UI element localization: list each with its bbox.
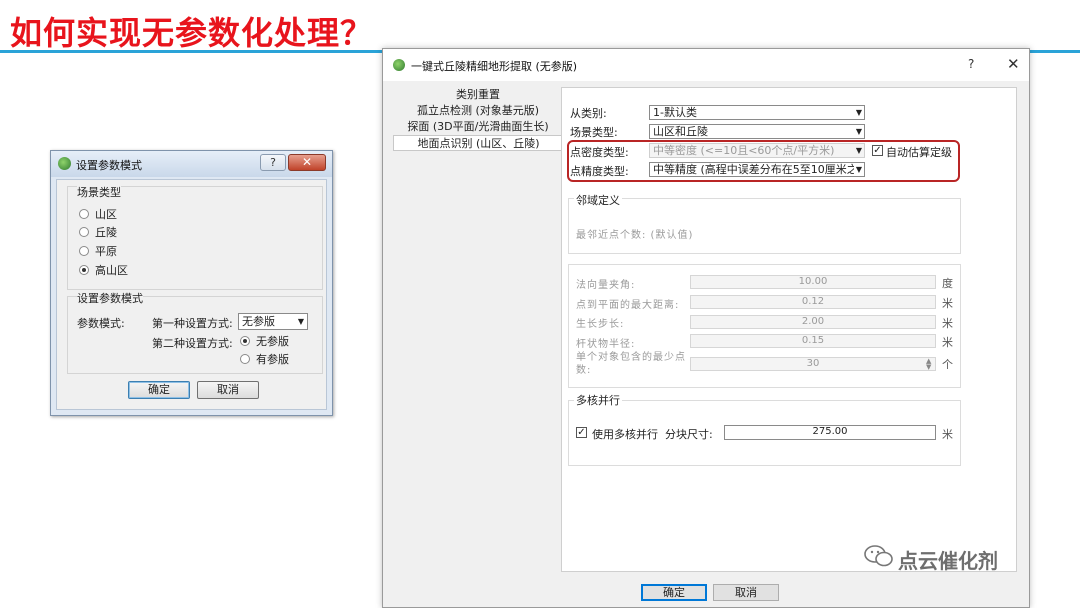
- density-label: 点密度类型:: [570, 146, 629, 159]
- block-size-input[interactable]: 275.00: [724, 425, 936, 440]
- from-class-select[interactable]: 1-默认类 ▼: [649, 105, 865, 120]
- param-label: 点到平面的最大距离:: [576, 300, 680, 311]
- ok-button[interactable]: 确定: [641, 584, 707, 601]
- radio-high-mountain[interactable]: 高山区: [79, 264, 128, 278]
- radio-label: 无参版: [256, 335, 289, 348]
- help-button[interactable]: ?: [260, 154, 286, 171]
- precision-value: 中等精度 (高程中误差分布在5至10厘米之: [653, 163, 858, 176]
- multicore-title: 多核并行: [574, 392, 622, 408]
- neighbors-label: 最邻近点个数: (默认值): [576, 230, 694, 241]
- param-mode-label: 参数模式:: [77, 317, 125, 330]
- dialog-title: 设置参数模式: [76, 159, 142, 172]
- app-icon: [393, 59, 405, 71]
- neighborhood-title: 邻域定义: [574, 192, 622, 208]
- precision-select[interactable]: 中等精度 (高程中误差分布在5至10厘米之 ▼: [649, 162, 865, 177]
- auto-estimate-label: 自动估算定级: [886, 146, 952, 159]
- close-button[interactable]: ✕: [288, 154, 326, 171]
- close-button[interactable]: ✕: [1007, 55, 1020, 73]
- radio-no-param[interactable]: 无参版: [240, 335, 289, 349]
- help-button[interactable]: ?: [968, 57, 974, 71]
- auto-estimate-checkbox[interactable]: ✓: [872, 145, 883, 156]
- scene-type-value: 山区和丘陵: [653, 125, 708, 138]
- watermark-text: 点云催化剂: [898, 549, 998, 573]
- scene-type-group-label: 场景类型: [77, 184, 121, 200]
- density-select[interactable]: 中等密度 (<=10且<60个点/平方米) ▼: [649, 143, 865, 158]
- nav-item-ground-points[interactable]: 地面点识别 (山区、丘陵): [393, 135, 563, 151]
- density-value: 中等密度 (<=10且<60个点/平方米): [653, 144, 835, 157]
- param-value[interactable]: 10.00: [690, 275, 936, 289]
- scene-type-label: 场景类型:: [570, 126, 618, 139]
- radio-selected-icon: [240, 336, 250, 346]
- param-mode-group-label: 设置参数模式: [77, 290, 143, 306]
- radio-label: 高山区: [95, 264, 128, 277]
- radio-icon: [79, 209, 89, 219]
- radio-icon: [79, 227, 89, 237]
- param-mode-body: 场景类型 山区 丘陵 平原 高山区 设置参数模式 参数模式: 第一种设置方式: …: [56, 179, 327, 410]
- radio-icon: [79, 246, 89, 256]
- param-value[interactable]: 0.12: [690, 295, 936, 309]
- block-size-unit: 米: [942, 428, 953, 441]
- radio-label: 有参版: [256, 353, 289, 366]
- radio-hill[interactable]: 丘陵: [79, 226, 117, 240]
- slide-title: 如何实现无参数化处理？: [10, 14, 374, 52]
- param-value[interactable]: 2.00: [690, 315, 936, 329]
- cancel-button[interactable]: 取消: [713, 584, 779, 601]
- block-size-label: 分块尺寸:: [665, 428, 713, 441]
- nav-item-reset-class[interactable]: 类别重置: [393, 87, 563, 103]
- radio-icon: [240, 354, 250, 364]
- param-value[interactable]: 0.15: [690, 334, 936, 348]
- settings-panel: 从类别: 1-默认类 ▼ 场景类型: 山区和丘陵 ▼ 点密度类型: 中等密度 (<=…: [561, 87, 1017, 572]
- cancel-button[interactable]: 取消: [197, 381, 259, 399]
- radio-with-param[interactable]: 有参版: [240, 353, 289, 367]
- chevron-down-icon: ▼: [853, 163, 862, 176]
- app-icon: [58, 157, 71, 170]
- scene-type-select[interactable]: 山区和丘陵 ▼: [649, 124, 865, 139]
- method1-label: 第一种设置方式:: [152, 317, 233, 330]
- method1-value: 无参版: [242, 315, 275, 328]
- nav-item-plane-detect[interactable]: 探面 (3D平面/光滑曲面生长): [393, 119, 563, 135]
- param-unit: 米: [942, 336, 953, 349]
- param-mode-titlebar[interactable]: 设置参数模式 ? ✕: [51, 151, 332, 177]
- param-unit: 米: [942, 297, 953, 310]
- from-class-value: 1-默认类: [653, 106, 697, 119]
- chevron-down-icon: ▼: [853, 144, 862, 157]
- param-label: 杆状物半径:: [576, 339, 636, 350]
- terrain-extract-titlebar[interactable]: 一键式丘陵精细地形提取 (无参版) ? ✕: [383, 49, 1029, 81]
- radio-label: 平原: [95, 245, 117, 258]
- param-unit: 度: [942, 277, 953, 290]
- from-class-label: 从类别:: [570, 107, 607, 120]
- radio-label: 山区: [95, 208, 117, 221]
- chevron-down-icon: ▼: [853, 106, 862, 119]
- dialog-client: 类别重置 孤立点检测 (对象基元版) 探面 (3D平面/光滑曲面生长) 地面点识…: [383, 81, 1029, 607]
- method1-select[interactable]: 无参版 ▼: [238, 313, 308, 330]
- param-label: 生长步长:: [576, 319, 625, 330]
- radio-selected-icon: [79, 265, 89, 275]
- use-multicore-checkbox[interactable]: ✓: [576, 427, 587, 438]
- ok-button[interactable]: 确定: [128, 381, 190, 399]
- method2-label: 第二种设置方式:: [152, 337, 233, 350]
- radio-mountain[interactable]: 山区: [79, 208, 117, 222]
- radio-label: 丘陵: [95, 226, 117, 239]
- chevron-down-icon: ▼: [853, 125, 862, 138]
- nav-item-isolated-points[interactable]: 孤立点检测 (对象基元版): [393, 103, 563, 119]
- dialog-title: 一键式丘陵精细地形提取 (无参版): [411, 60, 578, 73]
- param-mode-dialog: 设置参数模式 ? ✕ 场景类型 山区 丘陵 平原 高山区 设置参数模式 参数模式…: [50, 150, 333, 416]
- wechat-icon: [864, 545, 893, 567]
- terrain-extract-dialog: 一键式丘陵精细地形提取 (无参版) ? ✕ 类别重置 孤立点检测 (对象基元版)…: [382, 48, 1030, 608]
- precision-label: 点精度类型:: [570, 165, 629, 178]
- radio-plain[interactable]: 平原: [79, 245, 117, 259]
- step-nav: 类别重置 孤立点检测 (对象基元版) 探面 (3D平面/光滑曲面生长) 地面点识…: [393, 87, 563, 572]
- param-unit: 个: [942, 358, 953, 371]
- chevron-down-icon: ▼: [297, 317, 304, 326]
- param-unit: 米: [942, 317, 953, 330]
- spinner-arrows-icon[interactable]: ▲ ▼: [926, 358, 931, 371]
- param-label: 法向量夹角:: [576, 280, 636, 291]
- use-multicore-label: 使用多核并行: [592, 428, 658, 441]
- param-value[interactable]: 30: [690, 357, 936, 371]
- param-label: 单个对象包含的最少点数:: [576, 352, 686, 376]
